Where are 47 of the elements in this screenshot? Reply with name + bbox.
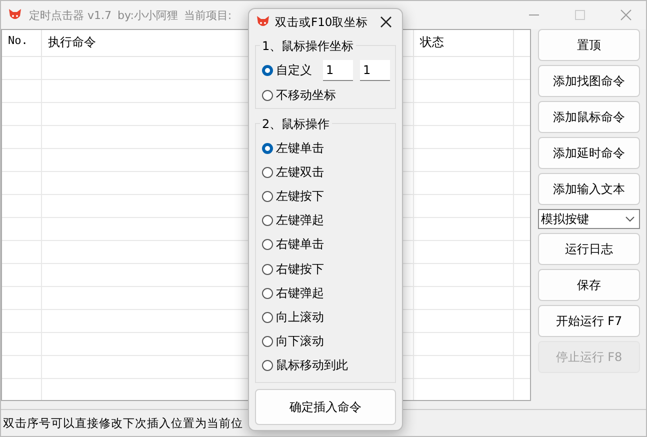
coordinate-input[interactable]: 1 (360, 60, 390, 81)
status-text: 双击序号可以直接修改下次插入位置为当前位 (3, 416, 243, 430)
side-button[interactable]: 开始运行 F7 (538, 305, 640, 337)
coordinate-input[interactable]: 1 (323, 60, 353, 81)
confirm-button[interactable]: 确定插入命令 (255, 389, 396, 425)
radio-label[interactable]: 自定义 (276, 62, 312, 79)
side-button[interactable]: 添加延时命令 (538, 137, 640, 169)
radio-label[interactable]: 向上滚动 (276, 308, 324, 326)
radio-label[interactable]: 右键弹起 (276, 284, 324, 302)
radio-label[interactable]: 左键双击 (276, 164, 324, 181)
radio-button[interactable] (262, 360, 273, 372)
radio-label[interactable]: 不移动坐标 (276, 87, 336, 104)
column-header[interactable]: No. (2, 30, 42, 56)
side-button[interactable]: 运行日志 (538, 233, 640, 265)
radio-button[interactable] (262, 264, 273, 275)
side-button[interactable]: 保存 (538, 269, 640, 301)
radio-label[interactable]: 右键单击 (276, 236, 324, 254)
radio-button[interactable] (262, 190, 273, 202)
project-label: 当前项目: (184, 8, 232, 22)
radio-button[interactable] (262, 65, 273, 76)
group-title: 2、鼠标操作 (260, 116, 332, 133)
caret-icon (625, 216, 635, 222)
dialog-title: 双击或F10取坐标 (275, 14, 368, 30)
radio-button[interactable] (262, 336, 273, 348)
radio-button[interactable] (262, 239, 273, 250)
side-button[interactable]: 添加找图命令 (538, 65, 640, 97)
window-title: 定时点击器 v1.7 (29, 8, 112, 22)
radio-label[interactable]: 左键按下 (276, 188, 324, 205)
radio-label[interactable]: 向下滚动 (276, 333, 324, 350)
close-icon[interactable] (380, 16, 392, 28)
radio-label[interactable]: 左键弹起 (276, 212, 324, 230)
radio-button[interactable] (262, 215, 273, 226)
radio-button[interactable] (262, 166, 273, 178)
radio-button[interactable] (262, 312, 273, 323)
radio-label[interactable]: 左键单击 (276, 140, 324, 157)
side-button[interactable]: 添加输入文本 (538, 173, 640, 205)
radio-label[interactable]: 右键按下 (276, 260, 324, 278)
radio-button[interactable] (262, 90, 273, 101)
radio-button[interactable] (262, 288, 273, 299)
side-button[interactable]: 置顶 (538, 29, 640, 61)
side-button[interactable]: 添加鼠标命令 (538, 101, 640, 133)
radio-button[interactable] (262, 142, 273, 154)
radio-label[interactable]: 鼠标移动到此 (276, 357, 348, 374)
author-label: by:小小阿狸 (118, 8, 178, 22)
group-title: 1、鼠标操作坐标 (260, 38, 356, 55)
mode-dropdown[interactable]: 模拟按键 (538, 209, 640, 229)
column-header[interactable]: 状态 (414, 30, 514, 56)
